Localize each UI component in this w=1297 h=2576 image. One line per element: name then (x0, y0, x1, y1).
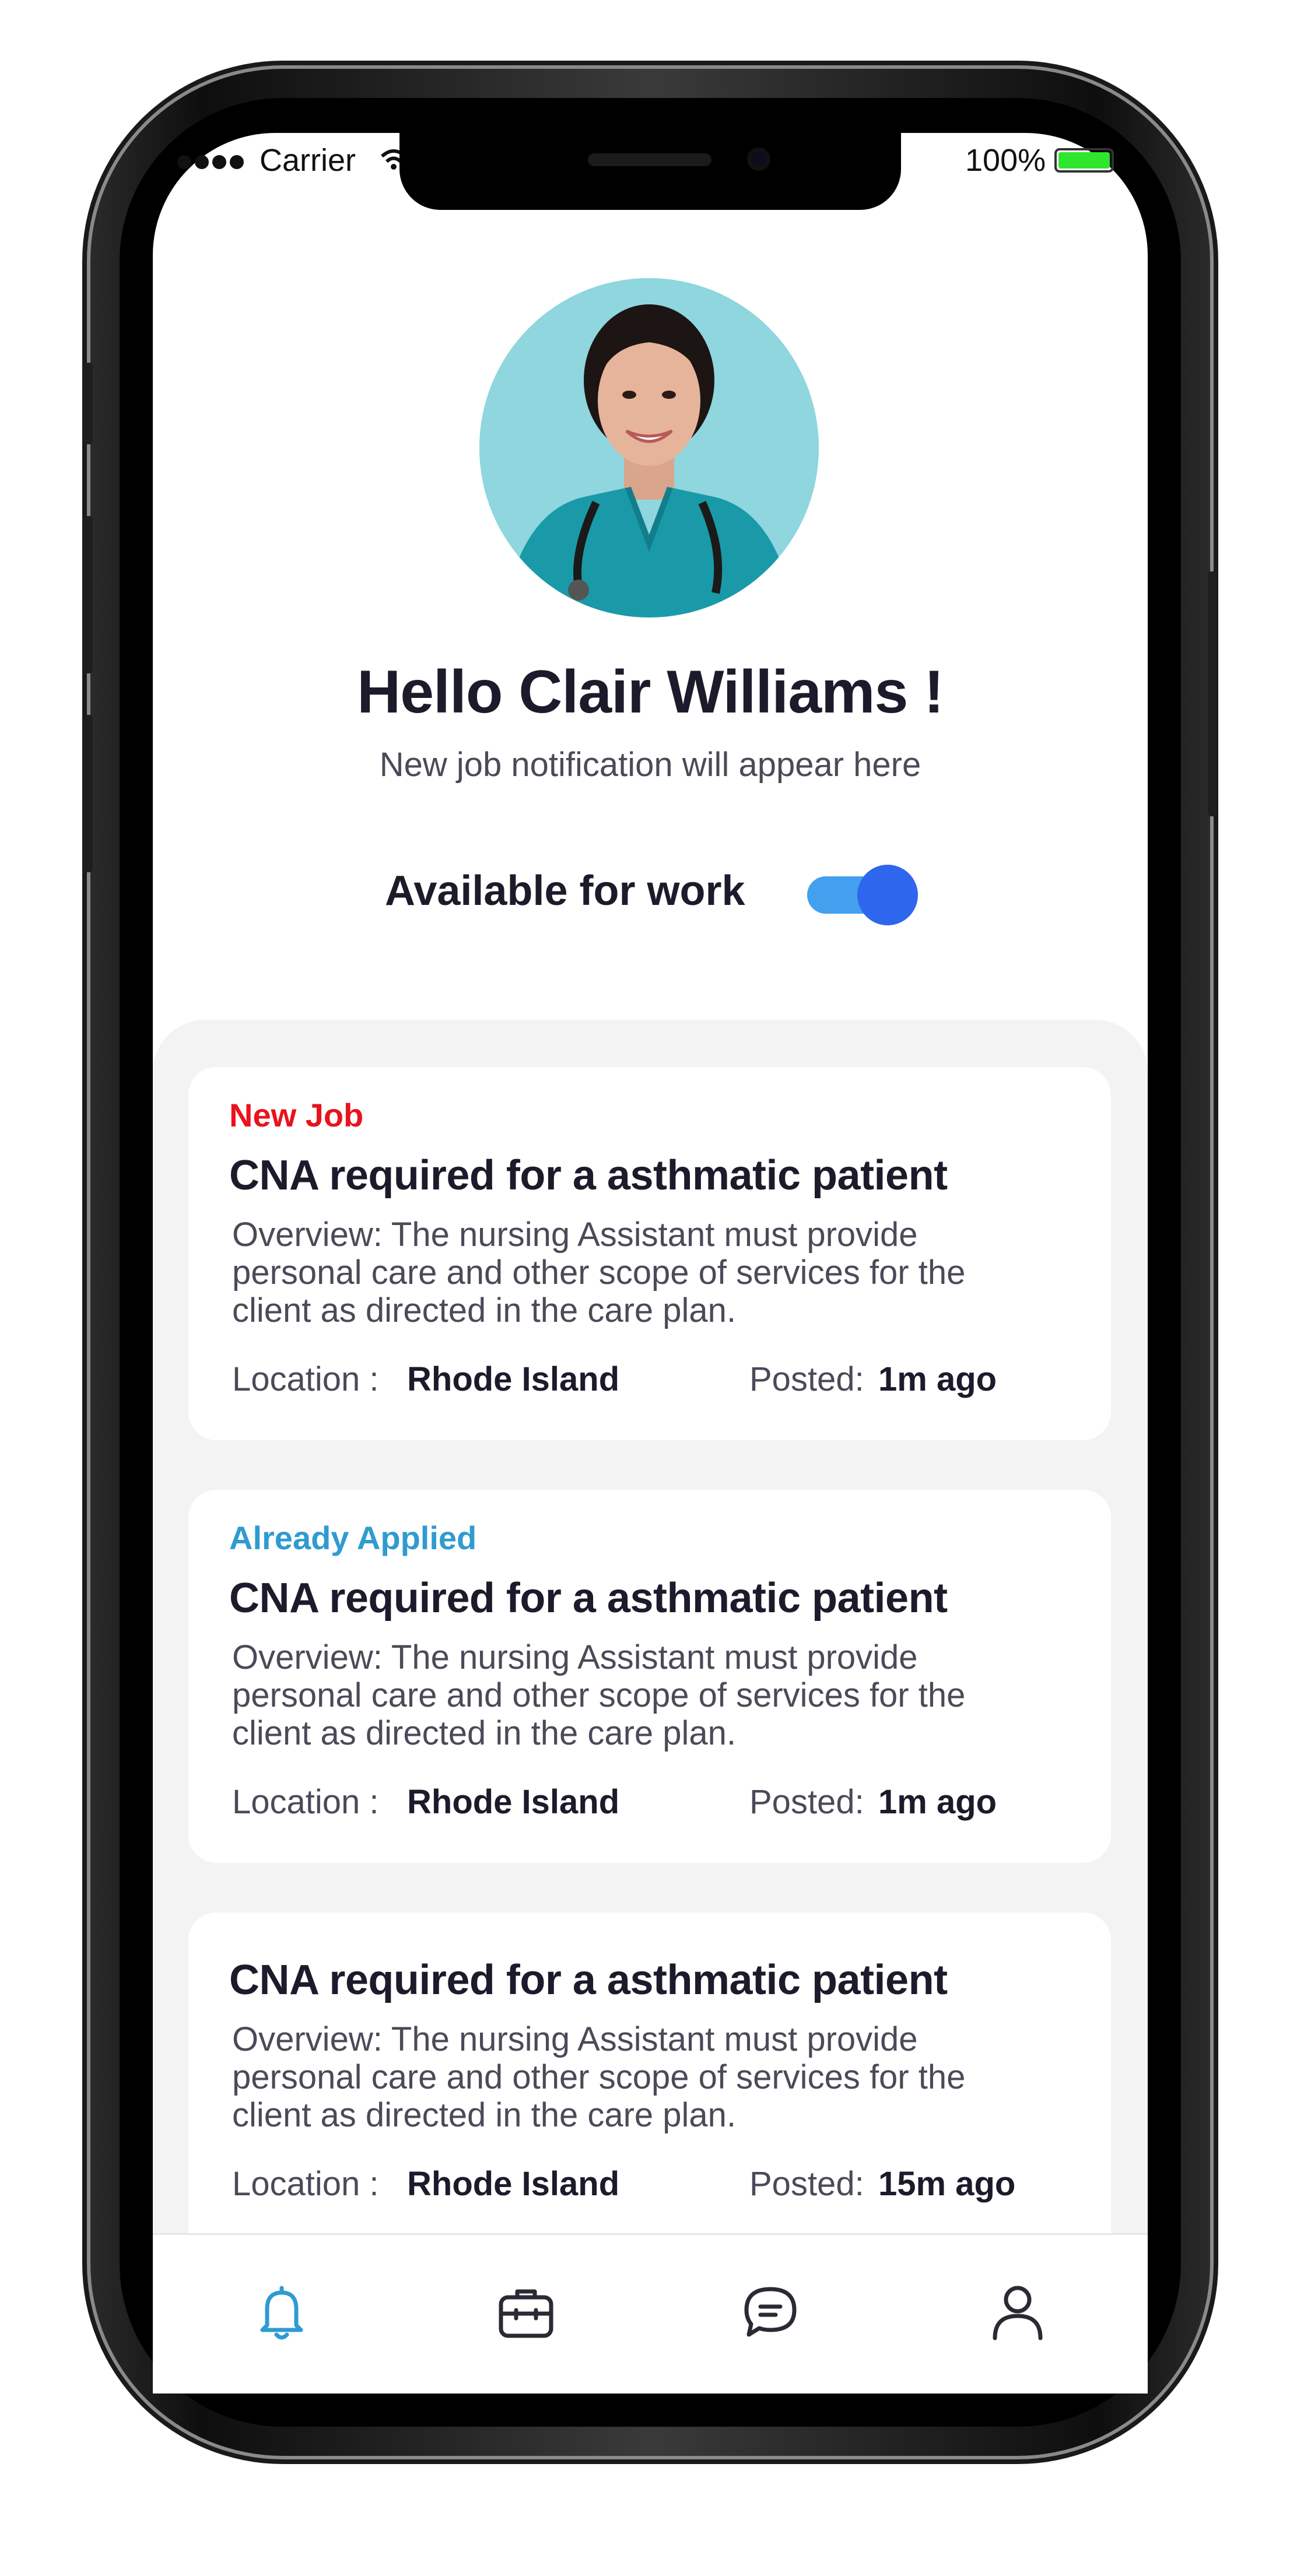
battery-percent: 100% (965, 143, 1046, 178)
job-overview-line: Overview: The nursing Assistant must pro… (232, 2020, 918, 2058)
greeting-subtitle: New job notification will appear here (379, 746, 921, 784)
chat-icon[interactable] (738, 2280, 802, 2344)
mute-switch (83, 363, 93, 444)
job-overview: Overview: The nursing Assistant must pro… (232, 1216, 1060, 1329)
bell-icon[interactable] (250, 2280, 314, 2344)
posted-value: 15m ago (878, 2165, 1016, 2203)
job-title: CNA required for a asthmatic patient (229, 1152, 948, 1199)
briefcase-icon[interactable] (494, 2280, 558, 2344)
job-overview-line: personal care and other scope of service… (232, 1676, 966, 1714)
battery-icon (1054, 148, 1114, 173)
power-button (1208, 571, 1217, 816)
job-status-tag: New Job (229, 1097, 364, 1133)
job-overview-line: personal care and other scope of service… (232, 1254, 966, 1291)
greeting-title: Hello Clair Williams ! (357, 658, 944, 726)
job-title: CNA required for a asthmatic patient (229, 1575, 948, 1622)
job-overview-line: client as directed in the care plan. (232, 1291, 737, 1329)
location-value: Rhode Island (407, 2165, 620, 2203)
avatar (479, 278, 819, 617)
posted-label: Posted: (749, 1360, 864, 1398)
job-overview-line: Overview: The nursing Assistant must pro… (232, 1638, 918, 1676)
job-overview: Overview: The nursing Assistant must pro… (232, 1638, 1060, 1752)
location-value: Rhode Island (407, 1783, 620, 1821)
location-label: Location : (232, 1360, 379, 1398)
posted-label: Posted: (749, 2165, 864, 2203)
job-overview-line: personal care and other scope of service… (232, 2058, 966, 2096)
carrier-label: Carrier (260, 143, 356, 178)
job-card[interactable]: Already Applied CNA required for a asthm… (188, 1490, 1111, 1863)
volume-down-button (83, 715, 93, 872)
posted-label: Posted: (749, 1783, 864, 1821)
job-card[interactable]: CNA required for a asthmatic patient Ove… (188, 1912, 1111, 2262)
location-label: Location : (232, 2165, 379, 2203)
posted-value: 1m ago (878, 1783, 997, 1821)
job-overview-line: client as directed in the care plan. (232, 1714, 737, 1752)
front-camera (747, 148, 770, 171)
job-overview: Overview: The nursing Assistant must pro… (232, 2020, 1060, 2134)
volume-up-button (83, 516, 93, 673)
toggle-knob[interactable] (857, 865, 918, 925)
job-title: CNA required for a asthmatic patient (229, 1957, 948, 2003)
speaker-grille (588, 153, 711, 166)
availability-label: Available for work (385, 868, 745, 914)
location-value: Rhode Island (407, 1360, 620, 1398)
user-icon[interactable] (986, 2280, 1050, 2344)
job-overview-line: client as directed in the care plan. (232, 2096, 737, 2134)
location-label: Location : (232, 1783, 379, 1821)
signal-dots-icon (176, 150, 252, 174)
notch (399, 133, 901, 210)
job-card[interactable]: New Job CNA required for a asthmatic pat… (188, 1067, 1111, 1440)
job-overview-line: Overview: The nursing Assistant must pro… (232, 1216, 918, 1254)
job-status-tag: Already Applied (229, 1519, 477, 1556)
posted-value: 1m ago (878, 1360, 997, 1398)
